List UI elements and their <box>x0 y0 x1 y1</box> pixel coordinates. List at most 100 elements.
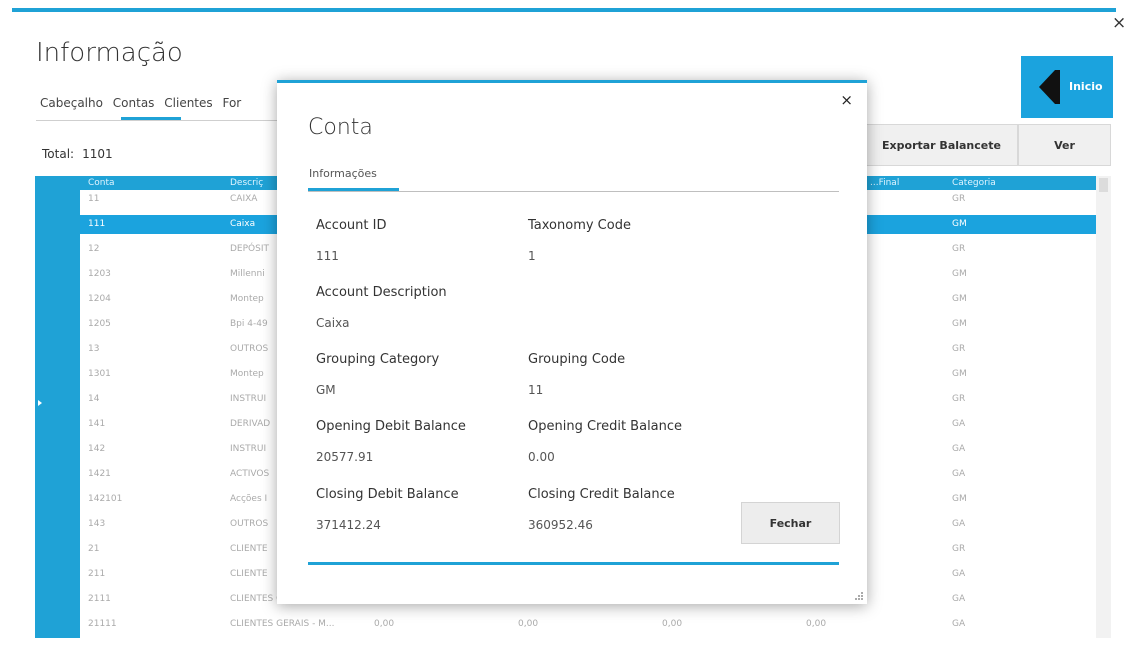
cell-cat: GA <box>952 444 966 454</box>
conta-dialog: × Conta Informações Account ID 111 Taxon… <box>277 80 867 604</box>
col-header-saldo-final[interactable]: ...Final <box>870 176 899 190</box>
cell-conta: 14 <box>88 394 100 404</box>
closing-debit-value: 371412.24 <box>316 518 381 532</box>
cell-desc: Montep <box>230 369 264 379</box>
cell-conta: 141 <box>88 419 106 429</box>
cell-cat: GA <box>952 419 966 429</box>
cell-desc: Caixa <box>230 219 256 229</box>
row-header-column <box>35 176 80 638</box>
back-arrow-bar <box>1055 70 1060 104</box>
cell-cat: GM <box>952 269 967 279</box>
cell-conta: 1203 <box>88 269 111 279</box>
window-close-icon[interactable]: × <box>1112 15 1126 32</box>
grouping-code-label: Grouping Code <box>528 352 626 367</box>
table-row[interactable]: 21111 CLIENTES GERAIS - M... 0,00 0,00 0,00 0… <box>80 615 1096 634</box>
closing-credit-value: 360952.46 <box>528 518 593 532</box>
scrollbar-thumb[interactable] <box>1099 178 1108 192</box>
grid-scrollbar[interactable] <box>1096 176 1111 638</box>
total-label: Total: <box>42 147 75 161</box>
closing-debit-label: Closing Debit Balance <box>316 487 459 502</box>
inicio-button[interactable]: Inicio <box>1021 56 1113 118</box>
cell-c: 0,00 <box>662 619 683 629</box>
cell-conta: 143 <box>88 519 106 529</box>
cell-desc: DERIVAD <box>230 419 271 429</box>
cell-conta: 1204 <box>88 294 111 304</box>
cell-cat: GA <box>952 569 966 579</box>
dialog-tab-divider <box>308 191 839 192</box>
ver-button[interactable]: Ver <box>1018 124 1111 166</box>
cell-conta: 111 <box>88 219 106 229</box>
cell-desc: CLIENTE <box>230 544 268 554</box>
cell-b: 0,00 <box>518 619 539 629</box>
cell-desc: INSTRUI <box>230 444 267 454</box>
cell-desc: Bpi 4-49 <box>230 319 268 329</box>
cell-a: 0,00 <box>374 619 395 629</box>
cell-desc: INSTRUI <box>230 394 267 404</box>
grouping-category-label: Grouping Category <box>316 352 440 367</box>
cell-desc: Montep <box>230 294 264 304</box>
taxonomy-code-label: Taxonomy Code <box>528 218 631 233</box>
cell-conta: 211 <box>88 569 106 579</box>
tab-cabecalho[interactable]: Cabeçalho <box>40 96 103 110</box>
cell-cat: GM <box>952 294 967 304</box>
cell-desc: CAIXA <box>230 194 258 204</box>
cell-desc: CLIENTE <box>230 569 268 579</box>
cell-cat: GR <box>952 194 966 204</box>
cell-conta: 1421 <box>88 469 111 479</box>
cell-conta: 2111 <box>88 594 111 604</box>
cell-conta: 142 <box>88 444 106 454</box>
grouping-code-value: 11 <box>528 383 544 397</box>
account-id-label: Account ID <box>316 218 387 233</box>
cell-cat: GA <box>952 594 966 604</box>
cell-cat: GR <box>952 394 966 404</box>
cell-cat: GM <box>952 319 967 329</box>
exportar-balancete-button[interactable]: Exportar Balancete <box>865 124 1018 166</box>
cell-conta: 11 <box>88 194 100 204</box>
col-header-descricao[interactable]: Descriç <box>230 176 263 190</box>
col-header-categoria[interactable]: Categoria <box>952 176 996 190</box>
fechar-button[interactable]: Fechar <box>741 502 840 544</box>
cell-cat: GM <box>952 369 967 379</box>
cell-cat: GM <box>952 219 967 229</box>
cell-conta: 21111 <box>88 619 117 629</box>
cell-conta: 12 <box>88 244 100 254</box>
opening-debit-label: Opening Debit Balance <box>316 419 466 434</box>
close-icon[interactable]: × <box>840 91 853 109</box>
cell-cat: GA <box>952 469 966 479</box>
cell-desc: Millenni <box>230 269 265 279</box>
taxonomy-code-value: 1 <box>528 249 536 263</box>
cell-desc: CLIENTES GERAIS - M... <box>230 619 335 629</box>
opening-debit-value: 20577.91 <box>316 450 374 464</box>
opening-credit-value: 0.00 <box>528 450 555 464</box>
cell-desc: ACTIVOS <box>230 469 270 479</box>
total-count: Total: 1101 <box>42 147 113 161</box>
account-id-value: 111 <box>316 249 339 263</box>
total-value: 1101 <box>82 147 113 161</box>
cell-desc: OUTROS <box>230 519 269 529</box>
tab-clientes[interactable]: Clientes <box>164 96 212 110</box>
tabs-divider <box>36 120 279 121</box>
current-row-indicator <box>38 400 42 406</box>
tab-informacoes[interactable]: Informações <box>309 167 377 180</box>
resize-grip-icon[interactable] <box>855 592 863 600</box>
grouping-category-value: GM <box>316 383 336 397</box>
closing-credit-label: Closing Credit Balance <box>528 487 675 502</box>
cell-desc: DEPÓSIT <box>230 244 269 254</box>
cell-desc: OUTROS <box>230 344 269 354</box>
col-header-conta[interactable]: Conta <box>88 176 115 190</box>
back-arrow-icon <box>1039 70 1055 104</box>
cell-conta: 21 <box>88 544 100 554</box>
tab-contas[interactable]: Contas <box>113 96 155 110</box>
page-tabs: Cabeçalho Contas Clientes For <box>40 96 247 110</box>
tab-fornecedores[interactable]: For <box>222 96 241 110</box>
cell-desc: Acções I <box>230 494 268 504</box>
dialog-title: Conta <box>308 115 373 140</box>
cell-conta: 1301 <box>88 369 111 379</box>
cell-d: 0,00 <box>806 619 827 629</box>
cell-cat: GA <box>952 519 966 529</box>
cell-conta: 1205 <box>88 319 111 329</box>
account-description-value: Caixa <box>316 316 350 330</box>
dialog-bottom-bar <box>308 562 839 565</box>
cell-cat: GM <box>952 494 967 504</box>
cell-conta: 142101 <box>88 494 123 504</box>
